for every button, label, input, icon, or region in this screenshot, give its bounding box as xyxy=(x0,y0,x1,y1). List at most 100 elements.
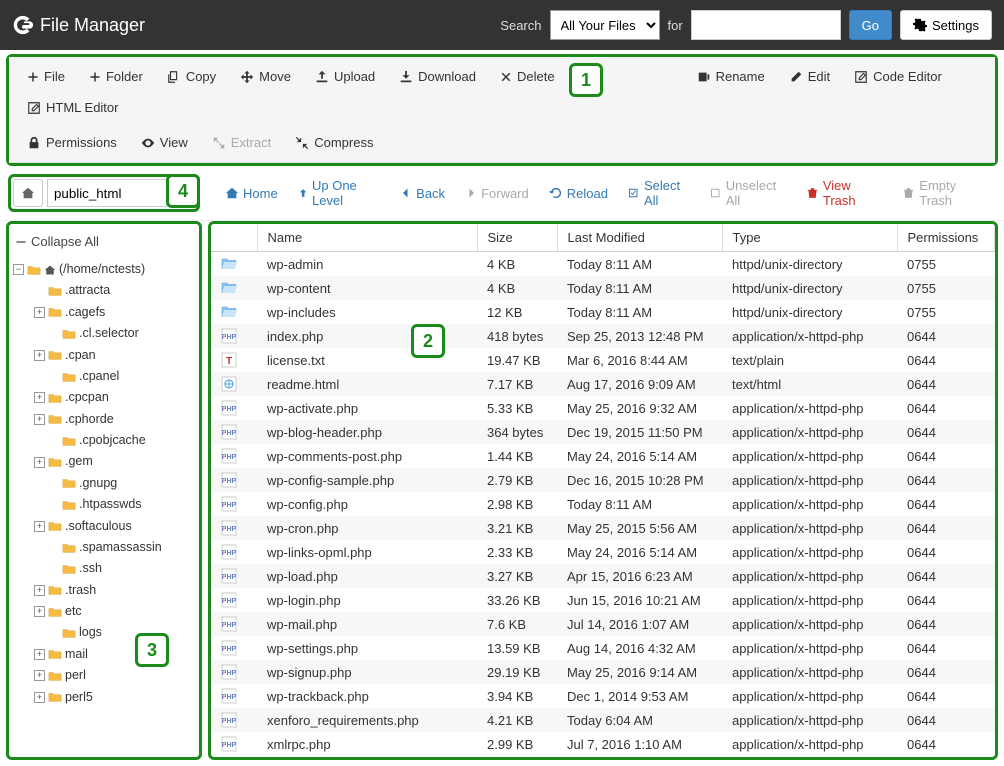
tree-item[interactable]: .ssh xyxy=(13,558,195,579)
tree-expand-icon[interactable]: + xyxy=(34,521,45,532)
rename-icon xyxy=(697,70,711,84)
table-row[interactable]: wp-config-sample.php2.79 KBDec 16, 2015 … xyxy=(211,468,995,492)
file-modified: Jul 14, 2016 1:07 AM xyxy=(557,612,722,636)
search-scope-select[interactable]: All Your Files xyxy=(550,10,660,40)
col-size[interactable]: Size xyxy=(477,224,557,252)
table-row[interactable]: license.txt19.47 KBMar 6, 2016 8:44 AMte… xyxy=(211,348,995,372)
nav-select-all[interactable]: Select All xyxy=(619,172,699,214)
tree-expand-icon[interactable]: + xyxy=(34,307,45,318)
tree-item[interactable]: .cpobjcache xyxy=(13,430,195,451)
table-row[interactable]: wp-blog-header.php364 bytesDec 19, 2015 … xyxy=(211,420,995,444)
tree-item[interactable]: .htpasswds xyxy=(13,494,195,515)
tree-root[interactable]: − (/home/nctests) xyxy=(13,259,195,280)
file-button[interactable]: File xyxy=(17,63,75,90)
tree-item-label: .attracta xyxy=(65,281,110,300)
rename-button[interactable]: Rename xyxy=(687,63,775,90)
nav-back[interactable]: Back xyxy=(391,172,454,214)
table-row[interactable]: readme.html7.17 KBAug 17, 2016 9:09 AMte… xyxy=(211,372,995,396)
edit-button[interactable]: Edit xyxy=(779,63,840,90)
table-row[interactable]: wp-load.php3.27 KBApr 15, 2016 6:23 AMap… xyxy=(211,564,995,588)
compress-button[interactable]: Compress xyxy=(285,129,383,156)
download-button[interactable]: Download xyxy=(389,63,486,90)
table-row[interactable]: wp-content4 KBToday 8:11 AMhttpd/unix-di… xyxy=(211,276,995,300)
table-row[interactable]: wp-login.php33.26 KBJun 15, 2016 10:21 A… xyxy=(211,588,995,612)
file-type: application/x-httpd-php xyxy=(722,612,897,636)
settings-button[interactable]: Settings xyxy=(900,10,992,40)
tree-expand-icon[interactable]: + xyxy=(34,670,45,681)
table-row[interactable]: wp-includes12 KBToday 8:11 AMhttpd/unix-… xyxy=(211,300,995,324)
tree-item[interactable]: +etc xyxy=(13,601,195,622)
table-row[interactable]: wp-admin4 KBToday 8:11 AMhttpd/unix-dire… xyxy=(211,252,995,277)
table-row[interactable]: xmlrpc.php2.99 KBJul 7, 2016 1:10 AMappl… xyxy=(211,732,995,756)
tree-item[interactable]: +.cphorde xyxy=(13,409,195,430)
move-button[interactable]: Move xyxy=(230,63,301,90)
table-row[interactable]: wp-trackback.php3.94 KBDec 1, 2014 9:53 … xyxy=(211,684,995,708)
code-editor-button[interactable]: Code Editor xyxy=(844,63,952,90)
file-size: 2.99 KB xyxy=(477,732,557,756)
nav-reload[interactable]: Reload xyxy=(540,172,617,214)
html-editor-button[interactable]: HTML Editor xyxy=(17,94,128,121)
permissions-button[interactable]: Permissions xyxy=(17,129,127,156)
tree-collapse-icon[interactable]: − xyxy=(13,264,24,275)
table-row[interactable]: wp-signup.php29.19 KBMay 25, 2016 9:14 A… xyxy=(211,660,995,684)
table-row[interactable]: index.php418 bytesSep 25, 2013 12:48 PMa… xyxy=(211,324,995,348)
table-row[interactable]: wp-config.php2.98 KBToday 8:11 AMapplica… xyxy=(211,492,995,516)
tree-item[interactable]: .cpanel xyxy=(13,366,195,387)
tree-item[interactable]: +.softaculous xyxy=(13,516,195,537)
folder-button[interactable]: Folder xyxy=(79,63,153,90)
search-input[interactable] xyxy=(691,10,841,40)
file-name: wp-comments-post.php xyxy=(257,444,477,468)
table-row[interactable]: wp-links-opml.php2.33 KBMay 24, 2016 5:1… xyxy=(211,540,995,564)
tree-item-label: .htpasswds xyxy=(79,495,142,514)
table-row[interactable]: xenforo_requirements.php4.21 KBToday 6:0… xyxy=(211,708,995,732)
home-icon-button[interactable] xyxy=(13,179,43,207)
go-button[interactable]: Go xyxy=(849,10,892,40)
collapse-all-button[interactable]: Collapse All xyxy=(13,228,195,259)
nav-unselect-all[interactable]: Unselect All xyxy=(701,172,793,214)
tree-item[interactable]: +perl5 xyxy=(13,687,195,708)
tree-item[interactable]: .cl.selector xyxy=(13,323,195,344)
tree-expand-icon[interactable]: + xyxy=(34,606,45,617)
tree-item[interactable]: .gnupg xyxy=(13,473,195,494)
delete-button[interactable]: Delete xyxy=(490,63,565,90)
col-modified[interactable]: Last Modified xyxy=(557,224,722,252)
path-input[interactable] xyxy=(47,179,167,207)
tree-item-label: .trash xyxy=(65,581,96,600)
table-row[interactable]: wp-comments-post.php1.44 KBMay 24, 2016 … xyxy=(211,444,995,468)
tree-expand-icon[interactable]: + xyxy=(34,649,45,660)
col-icon[interactable] xyxy=(211,224,257,252)
table-row[interactable]: wp-activate.php5.33 KBMay 25, 2016 9:32 … xyxy=(211,396,995,420)
file-size: 29.19 KB xyxy=(477,660,557,684)
tree-item[interactable]: +perl xyxy=(13,665,195,686)
extract-button[interactable]: Extract xyxy=(202,129,281,156)
tree-item[interactable]: +.gem xyxy=(13,451,195,472)
file-name: wp-config-sample.php xyxy=(257,468,477,492)
copy-button[interactable]: Copy xyxy=(157,63,226,90)
view-button[interactable]: View xyxy=(131,129,198,156)
tree-expand-icon[interactable]: + xyxy=(34,692,45,703)
table-row[interactable]: wp-mail.php7.6 KBJul 14, 2016 1:07 AMapp… xyxy=(211,612,995,636)
col-type[interactable]: Type xyxy=(722,224,897,252)
tree-item[interactable]: +.cagefs xyxy=(13,302,195,323)
tree-expand-icon[interactable]: + xyxy=(34,350,45,361)
col-perms[interactable]: Permissions xyxy=(897,224,995,252)
col-name[interactable]: Name xyxy=(257,224,477,252)
folder-icon xyxy=(62,541,76,555)
nav-up[interactable]: Up One Level xyxy=(289,172,389,214)
upload-button[interactable]: Upload xyxy=(305,63,385,90)
tree-expand-icon[interactable]: + xyxy=(34,457,45,468)
tree-item[interactable]: .attracta xyxy=(13,280,195,301)
table-row[interactable]: wp-settings.php13.59 KBAug 14, 2016 4:32… xyxy=(211,636,995,660)
nav-home[interactable]: Home xyxy=(216,172,287,214)
nav-forward[interactable]: Forward xyxy=(456,172,538,214)
tree-item[interactable]: + .trash xyxy=(13,580,195,601)
tree-expand-icon[interactable]: + xyxy=(34,414,45,425)
tree-item[interactable]: +.cpcpan xyxy=(13,387,195,408)
view-trash-button[interactable]: View Trash xyxy=(797,172,891,214)
table-row[interactable]: wp-cron.php3.21 KBMay 25, 2015 5:56 AMap… xyxy=(211,516,995,540)
tree-expand-icon[interactable]: + xyxy=(34,392,45,403)
tree-item[interactable]: .spamassassin xyxy=(13,537,195,558)
empty-trash-button[interactable]: Empty Trash xyxy=(893,172,996,214)
tree-expand-icon[interactable]: + xyxy=(34,585,45,596)
tree-item[interactable]: +.cpan xyxy=(13,345,195,366)
